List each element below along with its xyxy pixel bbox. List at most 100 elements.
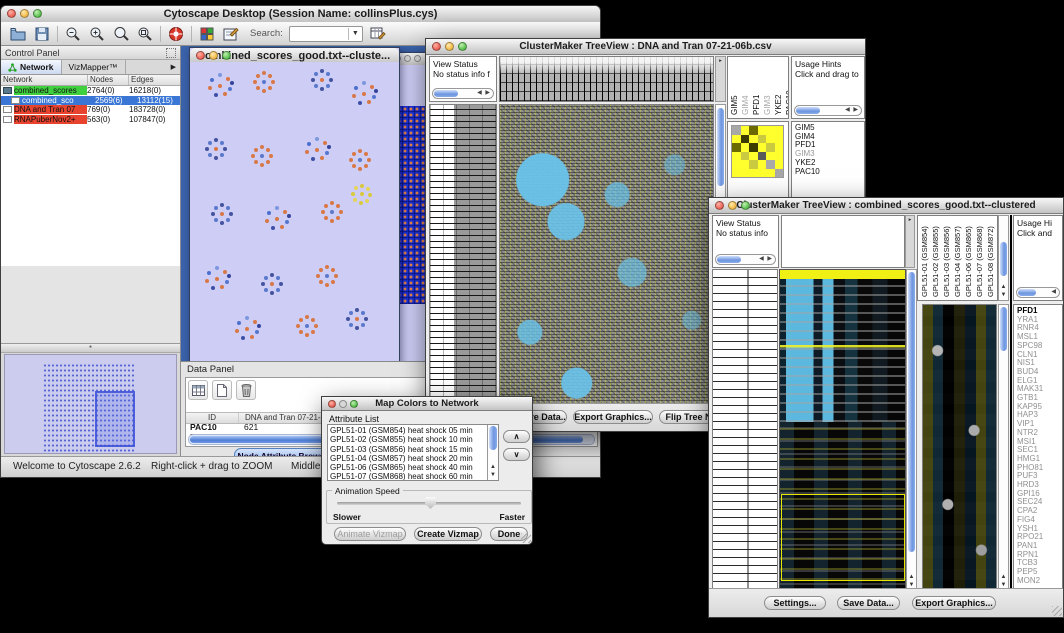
scroll-arrows-icon[interactable]: ◀ ▶ <box>477 90 493 97</box>
scroll-up-icon[interactable]: ▲ <box>907 574 916 581</box>
attribute-listbox[interactable]: GPL51-01 (GSM854) heat shock 05 minGPL51… <box>327 424 499 481</box>
column-label[interactable]: GPL51-03 (GSM856) <box>942 216 951 297</box>
main-title-bar[interactable]: Cytoscape Desktop (Session Name: collins… <box>1 6 600 23</box>
close-button[interactable] <box>328 400 336 408</box>
view-status-hscrollbar[interactable]: ◀ ▶ <box>715 254 776 265</box>
column-header-edges[interactable]: Edges <box>129 75 180 85</box>
animate-vizmap-button[interactable]: Animate Vizmap <box>334 527 406 541</box>
move-down-button[interactable]: ∨ <box>503 448 530 461</box>
attribute-item[interactable]: GPL51-03 (GSM856) heat shock 15 min <box>330 445 486 454</box>
close-button[interactable] <box>432 42 441 51</box>
vizmapper-button[interactable] <box>198 25 216 43</box>
new-attribute-button[interactable] <box>212 380 232 400</box>
attribute-item[interactable]: GPL51-02 (GSM855) heat shock 10 min <box>330 435 486 444</box>
attribute-table-button[interactable] <box>369 25 387 43</box>
zoom-out-button[interactable] <box>64 25 82 43</box>
tab-network[interactable]: Network <box>1 60 62 74</box>
float-panel-icon[interactable] <box>166 48 176 58</box>
zoom-button[interactable] <box>414 55 421 62</box>
minimize-button[interactable] <box>20 9 29 18</box>
column-header-network[interactable]: Network <box>1 75 88 85</box>
expression-heatmap[interactable] <box>779 269 906 591</box>
birds-eye-view[interactable] <box>4 354 177 454</box>
overview-viewport-rect[interactable] <box>95 391 135 447</box>
view-status-hscrollbar[interactable]: ◀ ▶ <box>432 88 494 99</box>
network-canvas[interactable] <box>190 62 399 365</box>
network-table-row[interactable]: combined_scores 2764(0) 16218(0) <box>1 86 180 96</box>
usage-hints-hscrollbar[interactable]: ◀ <box>1016 287 1060 298</box>
zoom-button[interactable] <box>741 201 750 210</box>
settings-button[interactable]: Settings... <box>764 596 826 610</box>
column-label[interactable]: GPL51-07 (GSM868) <box>975 216 984 297</box>
column-label[interactable]: GIM5 <box>730 57 739 115</box>
export-graphics-button[interactable]: Export Graphics... <box>912 596 996 610</box>
column-dendrogram[interactable] <box>781 215 905 268</box>
network-view-window[interactable]: combined_scores_good.txt--cluste... <box>189 47 400 366</box>
column-label[interactable]: GIM3 <box>763 57 772 115</box>
attribute-item[interactable]: GPL51-07 (GSM868) heat shock 60 min <box>330 472 486 481</box>
zoom-fit-button[interactable] <box>136 25 154 43</box>
resize-grip[interactable] <box>1052 606 1062 616</box>
tab-vizmapper[interactable]: VizMapper™ <box>62 60 126 74</box>
scroll-arrows-icon[interactable]: ◀ ▶ <box>759 256 775 263</box>
scroll-up-icon[interactable]: ▲ <box>488 464 498 471</box>
column-label[interactable]: PFD1 <box>752 57 761 115</box>
attribute-item[interactable]: GPL51-04 (GSM857) heat shock 20 min <box>330 454 486 463</box>
scroll-up-icon[interactable]: ▲ <box>999 574 1008 581</box>
delete-attribute-button[interactable] <box>236 380 256 400</box>
minimize-button[interactable] <box>445 42 454 51</box>
dendrogram-scroll-strip[interactable]: ▸ <box>905 215 915 268</box>
search-combobox[interactable]: ▼ <box>289 26 363 42</box>
resize-grip[interactable] <box>521 533 531 543</box>
close-button[interactable] <box>715 201 724 210</box>
create-vizmap-button[interactable]: Create Vizmap <box>414 527 482 541</box>
scroll-arrows-icon[interactable]: ◀ <box>1051 289 1059 296</box>
select-attributes-button[interactable] <box>188 380 208 400</box>
tabs-overflow-button[interactable]: ▶ <box>167 60 180 74</box>
row-dendrogram[interactable] <box>429 104 497 405</box>
zoom-button[interactable] <box>458 42 467 51</box>
zoom-button[interactable] <box>350 400 358 408</box>
export-graphics-button[interactable]: Export Graphics... <box>573 410 653 424</box>
scroll-up-icon[interactable]: ▲ <box>999 284 1008 291</box>
usage-hints-hscrollbar[interactable]: ◀ ▶ <box>794 105 862 116</box>
move-up-button[interactable]: ∧ <box>503 430 530 443</box>
minimize-button[interactable] <box>339 400 347 408</box>
network-table-row[interactable]: DNA and Tran 07 769(0) 183728(0) <box>1 105 180 115</box>
dendrogram-scroll-strip[interactable]: ▸ <box>715 56 726 102</box>
column-labels-vscrollbar[interactable]: ▲ ▼ <box>998 215 1009 301</box>
zoom-button[interactable] <box>222 51 231 60</box>
zoomed-heatmap-vscrollbar[interactable]: ▲ ▼ <box>998 304 1009 591</box>
zoom-button[interactable] <box>33 9 42 18</box>
slider-thumb[interactable] <box>425 497 436 509</box>
heatmap-selection-box[interactable] <box>781 494 905 581</box>
heatmap-vscrollbar[interactable]: ▲ ▼ <box>906 269 917 591</box>
gene-label[interactable]: PAC10 <box>795 168 864 177</box>
column-label[interactable]: GPL51-01 (GSM854) <box>920 216 929 297</box>
gene-label[interactable]: MON2 <box>1017 577 1062 586</box>
column-dendrogram[interactable] <box>499 56 714 102</box>
network-table-row[interactable]: combined_sco 2569(6) 13112(15) <box>1 96 180 106</box>
save-data-button[interactable]: Save Data... <box>837 596 900 610</box>
close-button[interactable] <box>196 51 205 60</box>
zoom-selected-button[interactable] <box>112 25 130 43</box>
attribute-item[interactable]: GPL51-06 (GSM865) heat shock 40 min <box>330 463 486 472</box>
column-label[interactable]: GPL51-06 (GSM865) <box>964 216 973 297</box>
treeview1-title-bar[interactable]: ClusterMaker TreeView : DNA and Tran 07-… <box>426 39 865 55</box>
overview-divider[interactable]: ● <box>1 344 180 353</box>
column-label[interactable]: GIM4 <box>741 57 750 115</box>
column-label[interactable]: GPL51-04 (GSM857) <box>953 216 962 297</box>
minimize-button[interactable] <box>209 51 218 60</box>
scroll-down-icon[interactable]: ▼ <box>488 472 498 479</box>
scroll-arrows-icon[interactable]: ◀ ▶ <box>845 107 861 114</box>
close-button[interactable] <box>7 9 16 18</box>
attribute-list-vscrollbar[interactable]: ▲ ▼ <box>487 425 498 480</box>
column-label[interactable]: GPL51-08 (GSM872) <box>986 216 995 297</box>
zoom-in-button[interactable] <box>88 25 106 43</box>
column-label[interactable]: PAC10 <box>785 57 789 115</box>
minimize-button[interactable] <box>728 201 737 210</box>
open-file-button[interactable] <box>9 25 27 43</box>
correlation-heatmap[interactable] <box>499 104 714 405</box>
dialog-title-bar[interactable]: Map Colors to Network <box>322 397 532 411</box>
column-header-nodes[interactable]: Nodes <box>88 75 129 85</box>
